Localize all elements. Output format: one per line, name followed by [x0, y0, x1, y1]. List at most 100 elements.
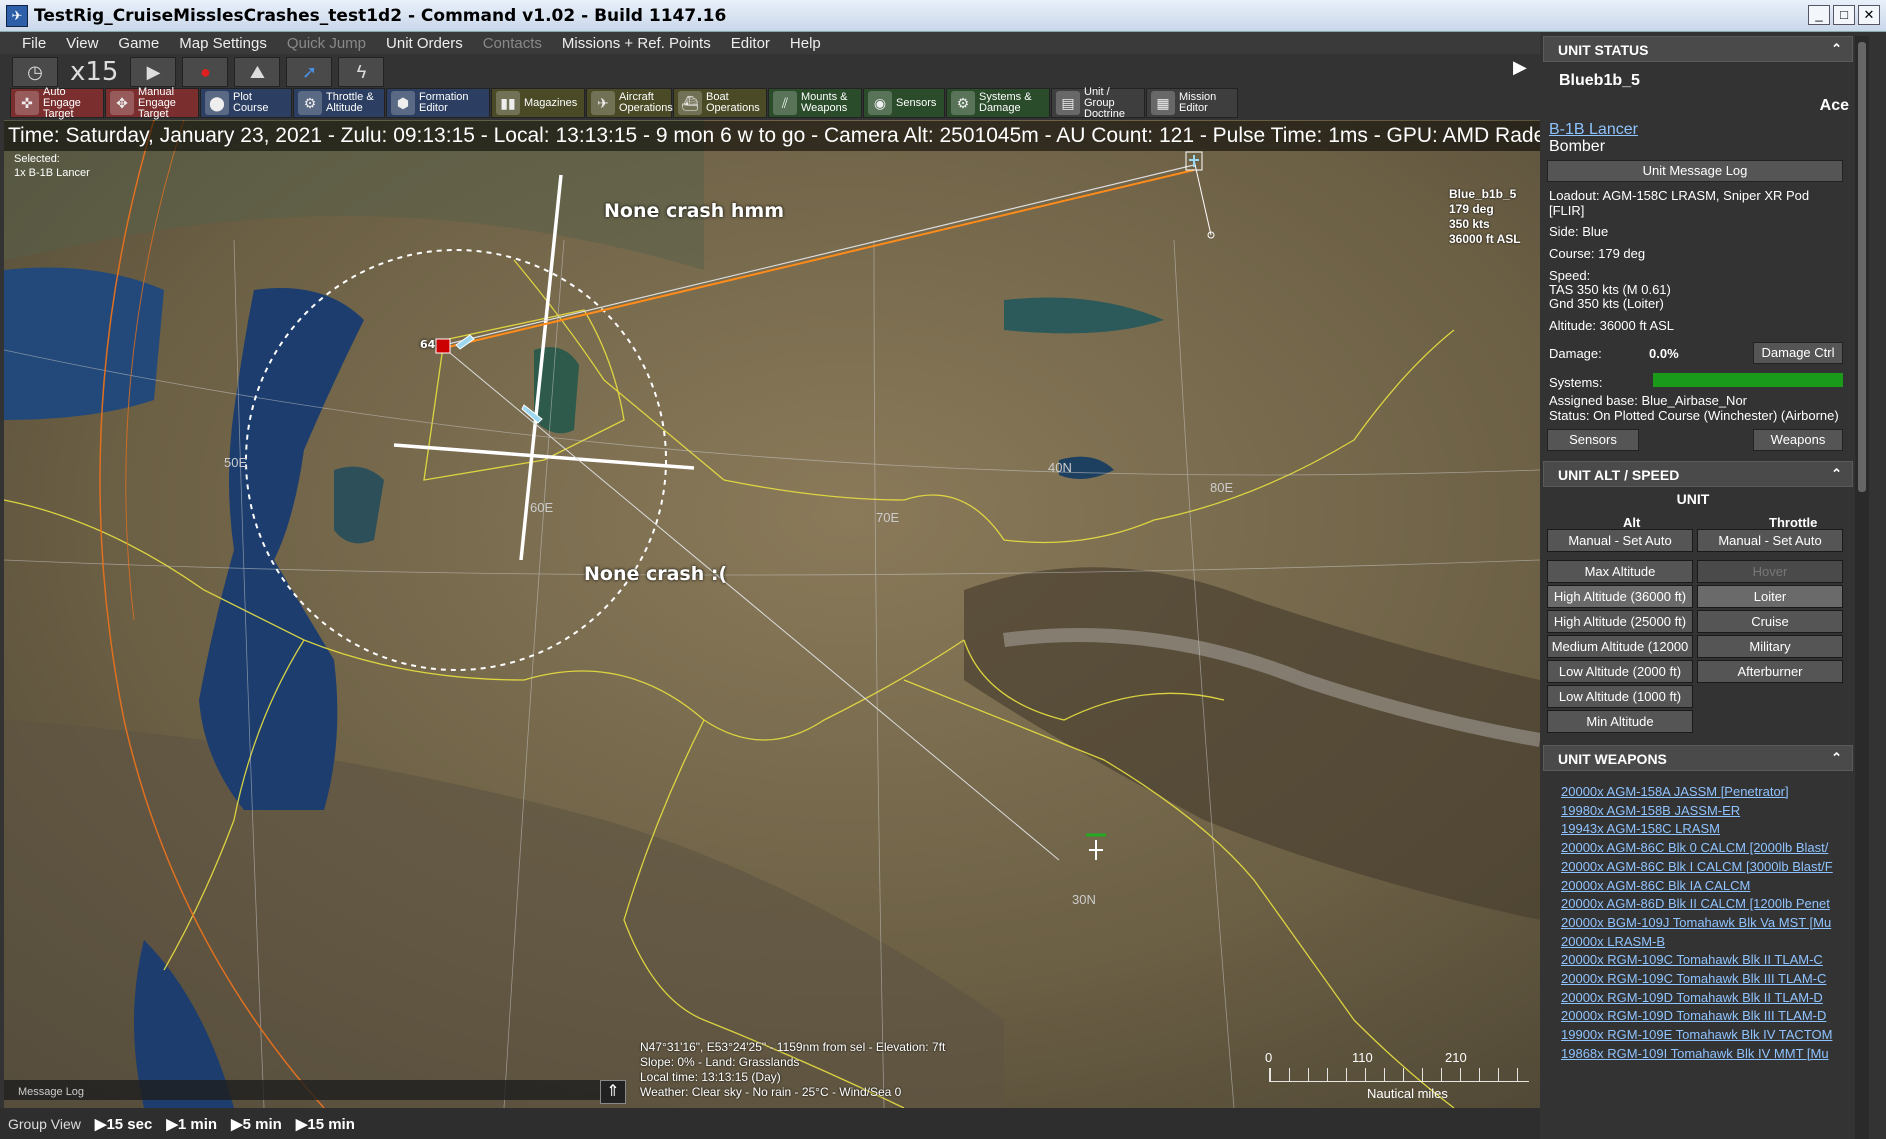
panel-scrollbar[interactable] [1855, 36, 1869, 1139]
weapon-item[interactable]: 19868x RGM-109I Tomahawk Blk IV MMT [Mu [1561, 1045, 1843, 1064]
loadout: Loadout: AGM-158C LRASM, Sniper XR Pod [… [1549, 188, 1810, 218]
scale-tick-110: 110 [1352, 1050, 1373, 1065]
toolbar-button[interactable]: ▦ Mission Editor [1146, 88, 1238, 118]
speed-tas: TAS 350 kts (M 0.61) [1549, 282, 1671, 297]
scrollbar-thumb[interactable] [1858, 42, 1866, 492]
alt-option-button[interactable]: Min Altitude [1547, 710, 1693, 733]
unit-map-label[interactable]: Blue_b1b_5 179 deg 350 kts 36000 ft ASL [1449, 187, 1521, 247]
weapon-item[interactable]: 20000x AGM-86D Blk II CALCM [1200lb Pene… [1561, 895, 1843, 914]
weapon-item[interactable]: 20000x AGM-158A JASSM [Penetrator] [1561, 783, 1843, 802]
throttle-option-button[interactable]: Loiter [1697, 585, 1843, 608]
terrain-icon[interactable]: ⛰ [234, 57, 281, 87]
command-app-icon[interactable]: ✈ [6, 4, 28, 27]
annotation-top: None crash hmm [604, 200, 785, 222]
toolbar-button[interactable]: ✥ Manual Engage Target [105, 86, 199, 119]
toolbar-button[interactable]: ⬢ Formation Editor [386, 88, 490, 118]
lightning-icon[interactable]: ϟ [338, 57, 385, 87]
unit-map-speed: 350 kts [1449, 217, 1490, 231]
alt-speed-header[interactable]: UNIT ALT / SPEED ⌃ [1543, 461, 1853, 487]
minimize-icon[interactable]: _ [1808, 5, 1830, 25]
throttle-option-button[interactable]: Cruise [1697, 610, 1843, 633]
alt-option-button[interactable]: High Altitude (25000 ft) [1547, 610, 1693, 633]
menu-item[interactable]: Help [780, 35, 831, 52]
menu-item[interactable]: View [56, 35, 108, 52]
alt-option-button[interactable]: Low Altitude (2000 ft) [1547, 660, 1693, 683]
toolbar-button[interactable]: ✜ Auto Engage Target [10, 86, 104, 119]
maximize-icon[interactable]: □ [1833, 5, 1855, 25]
unit-message-log-button[interactable]: Unit Message Log [1547, 160, 1843, 182]
weapon-item[interactable]: 20000x RGM-109C Tomahawk Blk III TLAM-C [1561, 970, 1843, 989]
weapon-item[interactable]: 19943x AGM-158C LRASM [1561, 820, 1843, 839]
systems-label: Systems: [1549, 375, 1603, 390]
alt-option-button[interactable]: Max Altitude [1547, 560, 1693, 583]
menu-item[interactable]: Map Settings [169, 35, 277, 52]
toolbar-button-label: Throttle & Altitude [326, 91, 374, 114]
menu-item[interactable]: Missions + Ref. Points [552, 35, 721, 52]
throttle-icon: ⚙ [298, 91, 322, 115]
throttle-option-button[interactable]: Afterburner [1697, 660, 1843, 683]
alt-option-button[interactable]: Medium Altitude (12000 [1547, 635, 1693, 658]
throttle-option-button[interactable]: Hover [1697, 560, 1843, 583]
weapon-item[interactable]: 19980x AGM-158B JASSM-ER [1561, 802, 1843, 821]
clock-icon[interactable]: ◷ [12, 57, 58, 87]
damage-value: 0.0% [1649, 346, 1679, 361]
weapon-item[interactable]: 20000x AGM-86C Blk IA CALCM [1561, 877, 1843, 896]
cursor-icon[interactable]: ➚ [286, 57, 333, 87]
unit-selector[interactable]: UNIT [1543, 491, 1843, 511]
toolbar-button[interactable]: ✈ Aircraft Operations [586, 88, 673, 118]
weapon-item[interactable]: 20000x RGM-109C Tomahawk Blk II TLAM-C [1561, 951, 1843, 970]
toolbar-button[interactable]: ▤ Unit / Group Doctrine [1051, 86, 1145, 119]
unit-status-header[interactable]: UNIT STATUS ⌃ [1543, 36, 1853, 62]
throttle-option-button[interactable]: Military [1697, 635, 1843, 658]
menu-item[interactable]: Unit Orders [376, 35, 473, 52]
damage-ctrl-button[interactable]: Damage Ctrl [1753, 342, 1843, 364]
menu-item[interactable]: Editor [721, 35, 780, 52]
weapons-button[interactable]: Weapons [1753, 429, 1843, 451]
alt-option-button[interactable]: High Altitude (36000 ft) [1547, 585, 1693, 608]
weapon-item[interactable]: 20000x RGM-109D Tomahawk Blk II TLAM-D [1561, 989, 1843, 1008]
menu-item[interactable]: Quick Jump [277, 35, 376, 52]
step-5min-button[interactable]: ▶5 min [231, 1115, 282, 1133]
menu-bar: File View Game Map Settings Quick Jump Unit O… [0, 32, 1540, 54]
message-log-bar[interactable]: Message Log [4, 1080, 604, 1100]
alt-auto-button[interactable]: Manual - Set Auto [1547, 529, 1693, 552]
world-map[interactable]: None crash hmm None crash :( 64 50E 60E … [4, 120, 1540, 1108]
weapon-item[interactable]: 20000x LRASM-B [1561, 933, 1843, 952]
unit-weapons-header[interactable]: UNIT WEAPONS ⌃ [1543, 745, 1853, 771]
toolbar-button[interactable]: ⫽ Mounts & Weapons [768, 88, 862, 118]
alt-option-button[interactable]: Low Altitude (1000 ft) [1547, 685, 1693, 708]
toolbar-button[interactable]: ▮▮ Magazines [491, 88, 585, 118]
menu-item[interactable]: File [12, 35, 56, 52]
close-icon[interactable]: ✕ [1858, 5, 1880, 25]
message-log-toggle-icon[interactable]: ⇑ [600, 1080, 626, 1104]
bottom-bar: Group View ▶15 sec ▶1 min ▶5 min ▶15 min [0, 1108, 1540, 1139]
weapon-item[interactable]: 20000x BGM-109J Tomahawk Blk Va MST [Mu [1561, 914, 1843, 933]
toolbar-button[interactable]: ⚙ Throttle & Altitude [293, 88, 385, 118]
toolbar-button[interactable]: ⬤ Plot Course [200, 88, 292, 118]
weapon-item[interactable]: 20000x AGM-86C Blk I CALCM [3000lb Blast… [1561, 858, 1843, 877]
step-1min-button[interactable]: ▶1 min [166, 1115, 217, 1133]
toolbar-button[interactable]: ⚙ Systems & Damage [946, 88, 1050, 118]
record-icon[interactable]: ● [182, 57, 229, 87]
aircraft-icon: ✈ [591, 91, 615, 115]
sensors-button[interactable]: Sensors [1547, 429, 1639, 451]
time-compression[interactable]: x15 [64, 57, 124, 87]
step-15sec-button[interactable]: ▶15 sec [95, 1115, 152, 1133]
weapon-item[interactable]: 20000x RGM-109D Tomahawk Blk III TLAM-D [1561, 1007, 1843, 1026]
collapse-panel-icon[interactable]: ▶ [1513, 57, 1533, 79]
toolbar-button[interactable]: ◉ Sensors [863, 88, 945, 118]
sensors-icon: ◉ [868, 91, 892, 115]
unit-class-link[interactable]: B-1B Lancer [1549, 121, 1638, 140]
play-controls: ◷ x15 ▶ ● ⛰ ➚ ϟ [12, 56, 385, 88]
group-view-toggle[interactable]: Group View [8, 1116, 81, 1132]
collapse-icon: ⌃ [1831, 750, 1842, 765]
sensor-weapon-buttons: Sensors Weapons [1543, 427, 1853, 453]
throttle-auto-button[interactable]: Manual - Set Auto [1697, 529, 1843, 552]
menu-item[interactable]: Contacts [473, 35, 552, 52]
toolbar-button[interactable]: ⛴ Boat Operations [673, 88, 767, 118]
play-icon[interactable]: ▶ [130, 57, 177, 87]
weapon-item[interactable]: 20000x AGM-86C Blk 0 CALCM [2000lb Blast… [1561, 839, 1843, 858]
step-15min-button[interactable]: ▶15 min [296, 1115, 355, 1133]
menu-item[interactable]: Game [108, 35, 169, 52]
weapon-item[interactable]: 19900x RGM-109E Tomahawk Blk IV TACTOM [1561, 1026, 1843, 1045]
